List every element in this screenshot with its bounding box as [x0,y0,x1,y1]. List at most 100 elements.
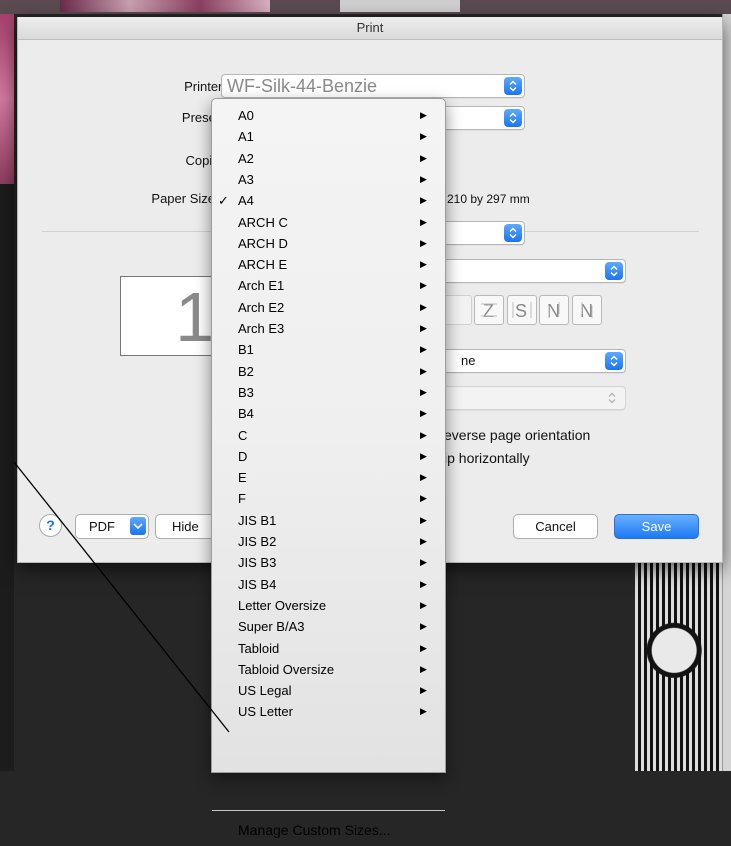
checkmark-icon: ✓ [218,193,229,209]
menu-item[interactable]: A0 ▶ [212,105,445,126]
menu-item-label: Super B/A3 [238,619,305,635]
page-preview: 1 [120,276,215,356]
submenu-arrow-icon: ▶ [420,152,427,163]
reverse-orientation-label[interactable]: everse page orientation [444,427,590,443]
menu-item[interactable]: ARCH C ▶ [212,212,445,233]
menu-item-label: B1 [238,342,254,358]
manage-custom-sizes-item[interactable]: Manage Custom Sizes... [212,816,445,846]
layout-direction-n-icon[interactable]: N [539,295,569,325]
menu-item-label: B3 [238,384,254,400]
menu-item-label: ARCH C [238,214,288,230]
menu-item[interactable]: C ▶ [212,425,445,446]
submenu-arrow-icon: ▶ [420,131,427,142]
menu-item[interactable]: Super B/A3 ▶ [212,616,445,637]
menu-item[interactable]: E ▶ [212,467,445,488]
border-popup[interactable]: ne [438,349,626,373]
submenu-arrow-icon: ▶ [420,493,427,504]
menu-item[interactable]: JIS B4 ▶ [212,574,445,595]
menu-item[interactable]: ✓ A4 ▶ [212,190,445,211]
submenu-arrow-icon: ▶ [420,301,427,312]
menu-item-label: A1 [238,129,254,145]
menu-separator [212,810,445,811]
printer-value: WF-Silk-44-Benzie [227,76,378,96]
menu-item[interactable]: JIS B3 ▶ [212,552,445,573]
pdf-button[interactable]: PDF [75,514,149,539]
popup-stepper-icon [504,77,522,95]
menu-item-label: E [238,470,247,486]
app-popup[interactable] [438,221,525,245]
menu-item[interactable]: Arch E1 ▶ [212,275,445,296]
layout-popup[interactable] [438,259,626,283]
submenu-arrow-icon: ▶ [420,408,427,419]
menu-item[interactable]: B3 ▶ [212,382,445,403]
desktop-background-right [722,14,731,771]
menu-item[interactable]: Tabloid Oversize ▶ [212,659,445,680]
menu-item-label: US Legal [238,683,292,699]
menu-item[interactable]: Tabloid ▶ [212,638,445,659]
menu-item-label: B2 [238,363,254,379]
desktop-image-left [0,14,14,184]
menu-item[interactable]: A1 ▶ [212,126,445,147]
menu-item-label: D [238,448,248,464]
submenu-arrow-icon: ▶ [420,110,427,120]
paper-size-menu: A0 ▶ A1 ▶ A2 ▶ A3 ▶ ✓ A4 ▶ ARCH C ▶ ARCH D ▶ ARCH E ▶ Arc… [211,98,446,838]
menu-item[interactable]: A2 ▶ [212,148,445,169]
preview-page-number: 1 [175,278,214,356]
submenu-arrow-icon: ▶ [420,621,427,632]
layout-direction-button-1[interactable] [442,295,472,325]
menu-item[interactable]: ARCH D ▶ [212,233,445,254]
menu-item[interactable]: Arch E3 ▶ [212,318,445,339]
menu-item[interactable]: JIS B1 ▶ [212,510,445,531]
cancel-button[interactable]: Cancel [513,514,598,539]
menu-item[interactable]: JIS B2 ▶ [212,531,445,552]
help-button[interactable]: ? [39,514,62,537]
layout-direction-z-icon[interactable]: Z [474,295,504,325]
submenu-arrow-icon: ▶ [420,386,427,397]
menu-item[interactable]: Letter Oversize ▶ [212,595,445,616]
menu-item-label: JIS B3 [238,555,277,571]
submenu-arrow-icon: ▶ [420,536,427,546]
menu-item[interactable]: B4 ▶ [212,403,445,424]
menu-item[interactable]: B1 ▶ [212,339,445,360]
menu-item[interactable]: D ▶ [212,446,445,467]
menu-item-label: A3 [238,171,254,187]
menu-item-label: Arch E3 [238,321,285,336]
menu-item[interactable]: F ▶ [212,488,445,509]
menu-item-label: Tabloid [238,640,280,656]
popup-stepper-icon [504,109,522,127]
submenu-arrow-icon: ▶ [420,216,427,227]
menu-item-label: ARCH D [238,235,288,251]
layout-direction-reverse-n-icon[interactable]: N [572,295,602,325]
submenu-arrow-icon: ▶ [420,578,427,589]
menu-item[interactable]: B2 ▶ [212,361,445,382]
presets-popup[interactable] [438,106,525,130]
menu-item[interactable]: ARCH E ▶ [212,254,445,275]
menu-item[interactable]: A3 ▶ [212,169,445,190]
menu-item-label: Tabloid Oversize [238,661,335,677]
desktop-photo-building [635,563,722,771]
submenu-arrow-icon: ▶ [420,365,427,376]
copies-label: Copies [185,153,226,168]
desktop-window-strip [340,0,460,12]
flip-horizontally-label[interactable]: ip horizontally [444,450,530,466]
submenu-arrow-icon: ▶ [420,259,427,270]
layout-direction-s-icon[interactable]: S [507,295,537,325]
submenu-arrow-icon: ▶ [420,173,427,184]
save-button[interactable]: Save [614,514,699,539]
two-sided-popup [438,386,626,410]
printer-label: Printer: [184,79,226,94]
menu-item[interactable]: Arch E2 ▶ [212,297,445,318]
manage-custom-sizes-label: Manage Custom Sizes... [238,822,391,838]
menu-item[interactable]: US Letter ▶ [212,701,445,722]
submenu-arrow-icon: ▶ [420,599,427,610]
submenu-arrow-icon: ▶ [420,642,427,653]
submenu-arrow-icon: ▶ [420,429,427,440]
paper-size-label: Paper Size [151,191,215,206]
submenu-arrow-icon: ▶ [420,450,427,461]
submenu-arrow-icon: ▶ [420,280,427,291]
menu-item-label: Letter Oversize [238,597,327,613]
submenu-arrow-icon: ▶ [420,557,427,568]
popup-stepper-icon [605,352,623,370]
printer-popup[interactable]: WF-Silk-44-Benzie [221,74,525,98]
menu-item[interactable]: US Legal ▶ [212,680,445,701]
